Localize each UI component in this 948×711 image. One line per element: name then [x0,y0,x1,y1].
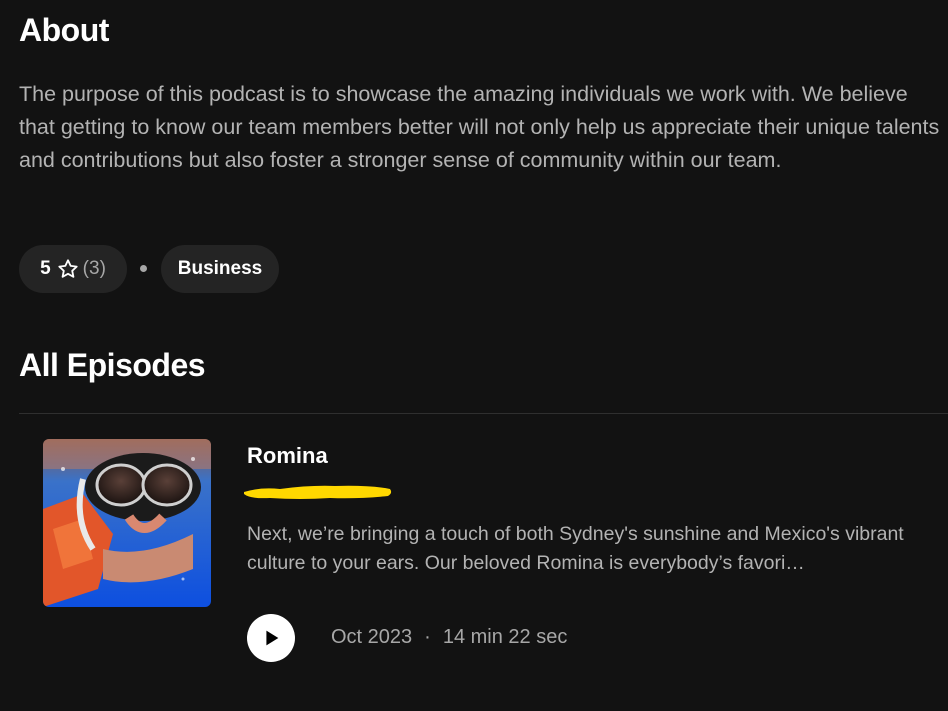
play-icon [266,630,279,646]
episode-duration: 14 min 22 sec [442,626,568,648]
all-episodes-heading: All Episodes [19,347,206,383]
about-description: The purpose of this podcast is to showca… [19,82,940,172]
rating-value: 5 [40,258,51,279]
rating-count: (3) [82,258,106,279]
meta-separator: · [424,626,431,648]
divider [19,413,948,414]
snorkeling-photo [43,439,211,607]
play-button[interactable] [247,614,295,662]
category-label: Business [177,258,263,279]
episode-description: Next, we’re bringing a touch of both Syd… [247,523,904,574]
episode-cover-image[interactable] [43,439,211,607]
episode-title[interactable]: Romina [247,443,328,469]
star-outline-icon [58,259,78,278]
separator-dot [140,265,147,272]
podcast-page: About The purpose of this podcast is to … [0,0,948,711]
about-heading: About [19,12,109,48]
episode-meta: Oct 2023 · 14 min 22 sec [331,626,567,649]
episode-date: Oct 2023 [331,626,413,648]
redaction-mark [244,485,392,499]
category-tag-business[interactable]: Business [161,245,279,293]
rating-button[interactable]: 5 (3) [19,245,127,293]
